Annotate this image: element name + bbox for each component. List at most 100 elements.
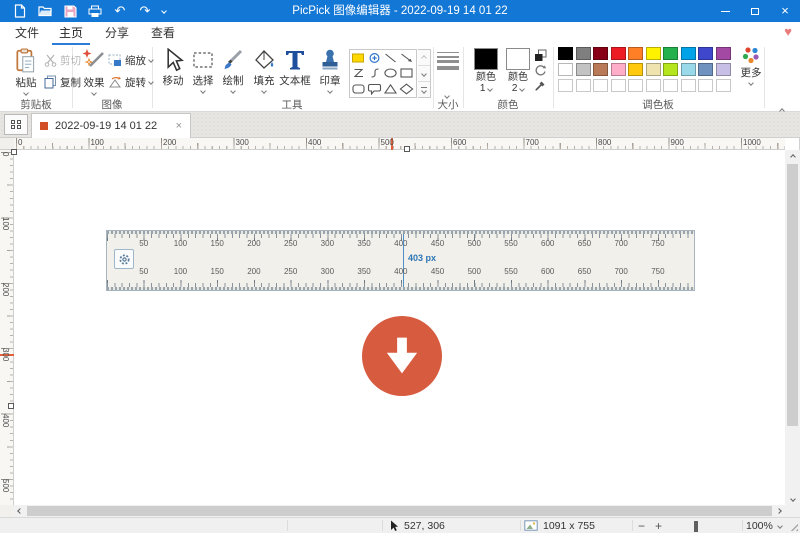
selection-handle-top-middle[interactable] xyxy=(404,146,410,152)
tab-share[interactable]: 分享 xyxy=(98,22,136,45)
palette-swatch[interactable] xyxy=(576,79,591,92)
palette-swatch[interactable] xyxy=(663,47,678,60)
resize-grip[interactable] xyxy=(788,521,798,531)
palette-swatch[interactable] xyxy=(681,47,696,60)
ruler-tool-label: 650 xyxy=(578,239,591,248)
palette-group-label: 调色板 xyxy=(642,97,674,109)
zoom-slider-thumb[interactable] xyxy=(694,521,698,532)
brush-icon xyxy=(222,48,244,72)
ruler-tool-label: 250 xyxy=(284,239,297,248)
ruler-tool-label: 50 xyxy=(139,239,148,248)
shape-curve-icon[interactable] xyxy=(366,66,382,81)
shape-callout-icon[interactable] xyxy=(366,81,382,96)
paste-button[interactable]: 粘贴 xyxy=(6,48,46,95)
palette-swatch[interactable] xyxy=(593,47,608,60)
shape-ellipse-icon[interactable] xyxy=(382,66,398,81)
heart-icon[interactable]: ♥ xyxy=(784,24,792,40)
scroll-up-button[interactable] xyxy=(785,150,800,163)
effects-button[interactable]: 效果 xyxy=(76,48,112,95)
color1-button[interactable]: 颜色 1 xyxy=(472,48,500,94)
stamp-dropdown-icon[interactable] xyxy=(327,88,333,94)
maximize-button[interactable] xyxy=(740,0,770,22)
shape-polyline-icon[interactable] xyxy=(350,66,366,81)
vertical-scrollbar-thumb[interactable] xyxy=(787,164,798,426)
tab-file[interactable]: 文件 xyxy=(8,22,46,45)
palette-swatch[interactable] xyxy=(558,79,573,92)
palette-swatch[interactable] xyxy=(698,47,713,60)
palette-swatch[interactable] xyxy=(558,47,573,60)
palette-swatch[interactable] xyxy=(646,79,661,92)
palette-swatch[interactable] xyxy=(681,63,696,76)
palette-swatch[interactable] xyxy=(611,79,626,92)
tab-close-icon[interactable]: × xyxy=(176,120,182,132)
tab-overview-button[interactable] xyxy=(4,114,28,135)
color1-dropdown-icon[interactable] xyxy=(487,86,493,92)
palette-swatch[interactable] xyxy=(663,79,678,92)
tab-view[interactable]: 查看 xyxy=(144,22,182,45)
minimize-button[interactable] xyxy=(710,0,740,22)
more-colors-dropdown-icon[interactable] xyxy=(748,80,754,86)
close-button[interactable]: × xyxy=(770,0,800,22)
shape-triangle-icon[interactable] xyxy=(382,81,398,96)
document-tab[interactable]: 2022-09-19 14 01 22 × xyxy=(31,113,191,138)
scroll-down-button[interactable] xyxy=(785,492,800,505)
palette-swatch[interactable] xyxy=(628,47,643,60)
paste-dropdown-icon[interactable] xyxy=(23,90,29,96)
palette-swatch[interactable] xyxy=(558,63,573,76)
resize-button[interactable]: 缩放 xyxy=(108,52,153,68)
palette-swatch[interactable] xyxy=(576,63,591,76)
color2-dropdown-icon[interactable] xyxy=(519,86,525,92)
zoom-level-dropdown-icon[interactable] xyxy=(777,523,783,529)
palette-swatch[interactable] xyxy=(698,63,713,76)
gallery-more-button[interactable] xyxy=(418,82,430,97)
palette-swatch[interactable] xyxy=(593,63,608,76)
palette-swatch[interactable] xyxy=(611,47,626,60)
palette-swatch[interactable] xyxy=(576,47,591,60)
palette-swatch[interactable] xyxy=(716,63,731,76)
palette-swatch[interactable] xyxy=(628,63,643,76)
rotate-button[interactable]: 旋转 xyxy=(108,74,153,90)
gallery-scroll-up-button[interactable] xyxy=(418,50,430,66)
effects-dropdown-icon[interactable] xyxy=(91,90,97,96)
scroll-right-button[interactable] xyxy=(773,505,785,517)
canvas[interactable]: 5010015020025030035040045050055060065070… xyxy=(14,150,785,505)
textbox-tool-button[interactable]: 文本框 xyxy=(277,48,313,88)
palette-swatch[interactable] xyxy=(593,79,608,92)
palette-swatch[interactable] xyxy=(716,47,731,60)
horizontal-scrollbar-thumb[interactable] xyxy=(27,506,772,516)
shape-highlight-icon[interactable] xyxy=(350,50,366,65)
gallery-scroll-down-button[interactable] xyxy=(418,66,430,82)
size-button[interactable] xyxy=(437,52,459,70)
shape-rectangle-icon[interactable] xyxy=(398,66,414,81)
tab-home[interactable]: 主页 xyxy=(52,22,90,45)
color2-button[interactable]: 颜色 2 xyxy=(504,48,532,94)
palette-swatch[interactable] xyxy=(681,79,696,92)
palette-swatch[interactable] xyxy=(646,63,661,76)
select-dropdown-icon[interactable] xyxy=(200,88,206,94)
palette-swatch[interactable] xyxy=(698,79,713,92)
selection-handle-middle-left[interactable] xyxy=(8,403,14,409)
horizontal-scrollbar[interactable] xyxy=(14,505,785,517)
fill-dropdown-icon[interactable] xyxy=(261,88,267,94)
vertical-scrollbar[interactable] xyxy=(785,150,800,505)
resize-dropdown-icon[interactable] xyxy=(148,57,154,63)
more-colors-button[interactable]: 更多 xyxy=(736,46,766,85)
palette-swatch[interactable] xyxy=(646,47,661,60)
shape-line-icon[interactable] xyxy=(382,50,398,65)
selection-handle-top-left[interactable] xyxy=(11,149,17,155)
stamp-tool-button[interactable]: 印章 xyxy=(312,48,348,93)
zoom-out-button[interactable]: − xyxy=(638,519,645,533)
shape-arrow-icon[interactable] xyxy=(398,50,414,65)
palette-swatch[interactable] xyxy=(716,79,731,92)
palette-swatch[interactable] xyxy=(663,63,678,76)
rotate-dropdown-icon[interactable] xyxy=(148,79,154,85)
palette-swatch[interactable] xyxy=(611,63,626,76)
palette-swatch[interactable] xyxy=(628,79,643,92)
shape-diamond-icon[interactable] xyxy=(398,81,414,96)
draw-dropdown-icon[interactable] xyxy=(230,88,236,94)
scroll-left-button[interactable] xyxy=(14,505,26,517)
shape-rounded-rect-icon[interactable] xyxy=(350,81,366,96)
zoom-in-button[interactable]: + xyxy=(655,519,662,533)
shape-magnify-icon[interactable] xyxy=(366,50,382,65)
eyedropper-button[interactable] xyxy=(534,79,547,97)
